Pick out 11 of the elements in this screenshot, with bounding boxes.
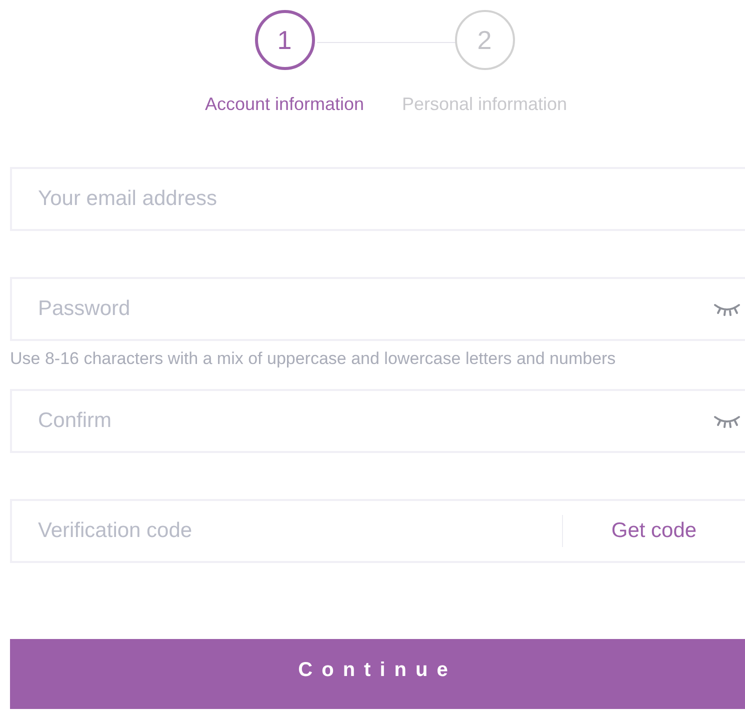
step-circle: 1 (254, 10, 314, 70)
step-label: Account information (204, 94, 364, 115)
get-code-button[interactable]: Get code (563, 519, 745, 543)
input-field[interactable]: Your email address (10, 167, 745, 231)
hint-text: Use 8-16 characters with a mix of uppercase and lowercase letters and numbers (10, 348, 617, 370)
continue-button[interactable]: Continue (10, 639, 745, 709)
input-field[interactable]: Password (10, 277, 745, 341)
step-circle: 2 (454, 10, 514, 70)
eye-closed-icon[interactable] (713, 414, 741, 428)
eye-closed-icon[interactable] (713, 302, 741, 316)
input-field[interactable]: Confirm (10, 389, 745, 453)
